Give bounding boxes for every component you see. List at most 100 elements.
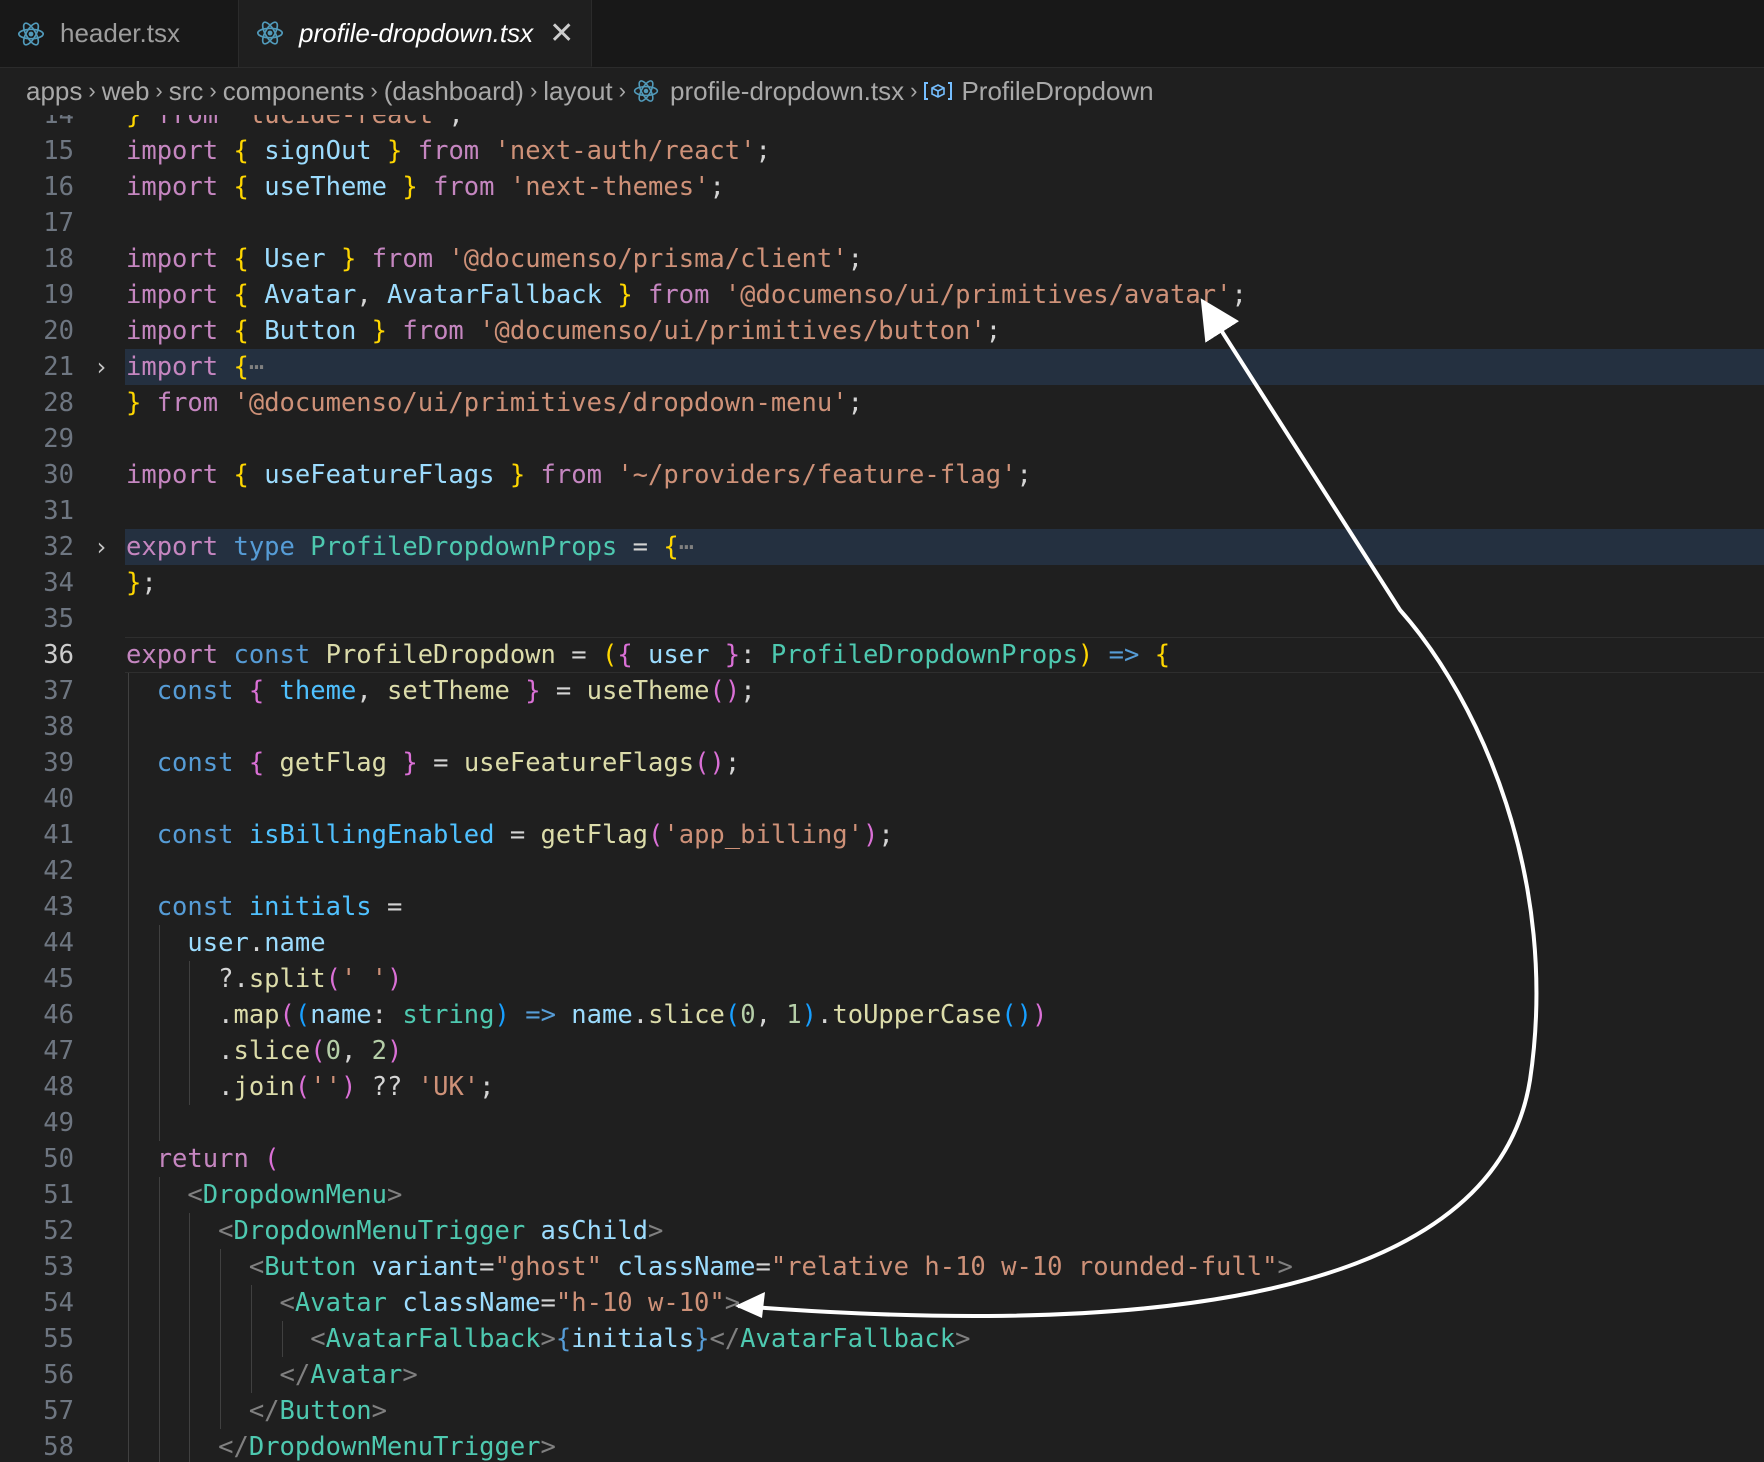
breadcrumb-item-dashboard[interactable]: (dashboard) xyxy=(384,76,524,107)
code-token: => xyxy=(525,1000,572,1030)
code-line[interactable]: 29 xyxy=(0,421,1764,457)
code-token: > xyxy=(1277,1252,1293,1282)
code-editor[interactable]: 14} from 'lucide-react'; 15 import { signO… xyxy=(0,115,1764,1462)
line-number: 48 xyxy=(43,1072,74,1102)
code-text: import { useFeatureFlags } from '~/provi… xyxy=(126,457,1032,493)
code-line[interactable]: 55 <AvatarFallback>{initials}</AvatarFal… xyxy=(0,1321,1764,1357)
code-line[interactable]: 32 › export type ProfileDropdownProps = {⋯ xyxy=(0,529,1764,565)
indent-guide xyxy=(128,1105,129,1141)
code-token: initials xyxy=(248,892,387,922)
code-line[interactable]: 19 import { Avatar, AvatarFallback } from… xyxy=(0,277,1764,313)
code-token: import xyxy=(126,136,234,166)
code-token: ( xyxy=(264,1144,280,1174)
code-line[interactable]: 47 .slice(0, 2) xyxy=(0,1033,1764,1069)
code-token: = xyxy=(509,820,541,850)
code-text: import {⋯ xyxy=(126,349,264,385)
code-line[interactable]: 20 import { Button } from '@documenso/ui/… xyxy=(0,313,1764,349)
code-token: < xyxy=(187,1180,203,1210)
breadcrumb-item-file[interactable]: profile-dropdown.tsx xyxy=(670,76,904,107)
breadcrumb-item-symbol[interactable]: ProfileDropdown xyxy=(961,76,1153,107)
code-line[interactable]: 57 </Button> xyxy=(0,1393,1764,1429)
line-number: 44 xyxy=(43,928,74,958)
code-line[interactable]: 38 xyxy=(0,709,1764,745)
code-line[interactable]: 46 .map((name: string) => name.slice(0, … xyxy=(0,997,1764,1033)
breadcrumb-item-layout[interactable]: layout xyxy=(543,76,612,107)
code-line[interactable]: 18 import { User } from '@documenso/prism… xyxy=(0,241,1764,277)
code-text: </DropdownMenuTrigger> xyxy=(126,1429,556,1462)
line-number: 46 xyxy=(43,1000,74,1030)
code-token: AvatarFallback xyxy=(740,1324,956,1354)
code-token: , xyxy=(356,280,388,310)
tab-label: header.tsx xyxy=(60,18,180,48)
chevron-right-icon[interactable]: › xyxy=(94,349,108,385)
code-token: from xyxy=(433,172,510,202)
code-line[interactable]: 44 user.name xyxy=(0,925,1764,961)
code-token: ; xyxy=(755,136,771,166)
code-line[interactable]: 43 const initials = xyxy=(0,889,1764,925)
tab-profile-dropdown-tsx[interactable]: profile-dropdown.tsx ✕ xyxy=(238,0,593,67)
code-token: theme xyxy=(279,676,357,706)
code-token: join xyxy=(233,1072,295,1102)
code-token: ; xyxy=(709,172,725,202)
code-token: < xyxy=(310,1324,326,1354)
code-token: AvatarFallback xyxy=(387,280,618,310)
code-token: '@documenso/ui/primitives/avatar' xyxy=(724,280,1232,310)
code-line[interactable]: 49 xyxy=(0,1105,1764,1141)
code-line[interactable]: 37 const { theme, setTheme } = useTheme(… xyxy=(0,673,1764,709)
code-token: const xyxy=(126,820,249,850)
code-line[interactable]: 16 import { useTheme } from 'next-themes'… xyxy=(0,169,1764,205)
code-line[interactable]: 35 xyxy=(0,601,1764,637)
code-line[interactable]: 50 return ( xyxy=(0,1141,1764,1177)
code-line[interactable]: 21 › import {⋯ xyxy=(0,349,1764,385)
code-line[interactable]: 39 const { getFlag } = useFeatureFlags()… xyxy=(0,745,1764,781)
breadcrumb-item-components[interactable]: components xyxy=(223,76,365,107)
chevron-right-icon[interactable]: › xyxy=(94,529,108,565)
code-line[interactable]: 53 <Button variant="ghost" className="re… xyxy=(0,1249,1764,1285)
code-line[interactable]: 42 xyxy=(0,853,1764,889)
code-token: ; xyxy=(1016,460,1032,490)
code-line[interactable]: 40 xyxy=(0,781,1764,817)
code-line[interactable]: 45 ?.split(' ') xyxy=(0,961,1764,997)
breadcrumb-item-src[interactable]: src xyxy=(169,76,204,107)
code-token: variant xyxy=(371,1252,480,1282)
line-number: 38 xyxy=(43,712,74,742)
code-line[interactable]: 30 import { useFeatureFlags } from '~/pro… xyxy=(0,457,1764,493)
code-token: . xyxy=(126,1000,234,1030)
code-line[interactable]: 54 <Avatar className="h-10 w-10"> xyxy=(0,1285,1764,1321)
line-number: 49 xyxy=(43,1108,74,1138)
code-token: > xyxy=(540,1432,556,1462)
code-token: setTheme xyxy=(387,676,526,706)
code-token: () xyxy=(709,676,741,706)
code-token: '@documenso/ui/primitives/button' xyxy=(479,316,986,346)
code-line[interactable]: 56 </Avatar> xyxy=(0,1357,1764,1393)
code-text: const { getFlag } = useFeatureFlags(); xyxy=(126,745,740,781)
chevron-right-icon: › xyxy=(529,78,538,103)
code-line[interactable]: 34}; xyxy=(0,565,1764,601)
code-token: "ghost" xyxy=(494,1252,618,1282)
code-line[interactable]: 58 </DropdownMenuTrigger> xyxy=(0,1429,1764,1462)
breadcrumb-item-apps[interactable]: apps xyxy=(26,76,82,107)
code-token: { xyxy=(233,244,265,274)
close-icon[interactable]: ✕ xyxy=(549,16,574,51)
code-line[interactable]: 31 xyxy=(0,493,1764,529)
chevron-right-icon: › xyxy=(209,78,217,103)
tab-header-tsx[interactable]: header.tsx xyxy=(0,0,239,67)
line-number: 36 xyxy=(43,640,74,670)
breadcrumb-item-web[interactable]: web xyxy=(102,76,150,107)
code-line[interactable]: 15 import { signOut } from 'next-auth/rea… xyxy=(0,133,1764,169)
line-number: 52 xyxy=(43,1216,74,1246)
code-token: > xyxy=(648,1216,664,1246)
code-line[interactable]: 28} from '@documenso/ui/primitives/dropd… xyxy=(0,385,1764,421)
code-line[interactable]: 51 <DropdownMenu> xyxy=(0,1177,1764,1213)
code-line[interactable]: 48 .join('') ?? 'UK'; xyxy=(0,1069,1764,1105)
code-text: return ( xyxy=(126,1141,280,1177)
code-line[interactable]: 14} from 'lucide-react'; xyxy=(0,115,1764,133)
code-token: ; xyxy=(479,1072,495,1102)
code-line[interactable]: 52 <DropdownMenuTrigger asChild> xyxy=(0,1213,1764,1249)
line-number: 19 xyxy=(43,280,74,310)
line-number: 41 xyxy=(43,820,74,850)
code-line[interactable]: 41 const isBillingEnabled = getFlag('app… xyxy=(0,817,1764,853)
code-line[interactable]: 36 export const ProfileDropdown = ({ user… xyxy=(0,637,1764,673)
code-line[interactable]: 17 xyxy=(0,205,1764,241)
